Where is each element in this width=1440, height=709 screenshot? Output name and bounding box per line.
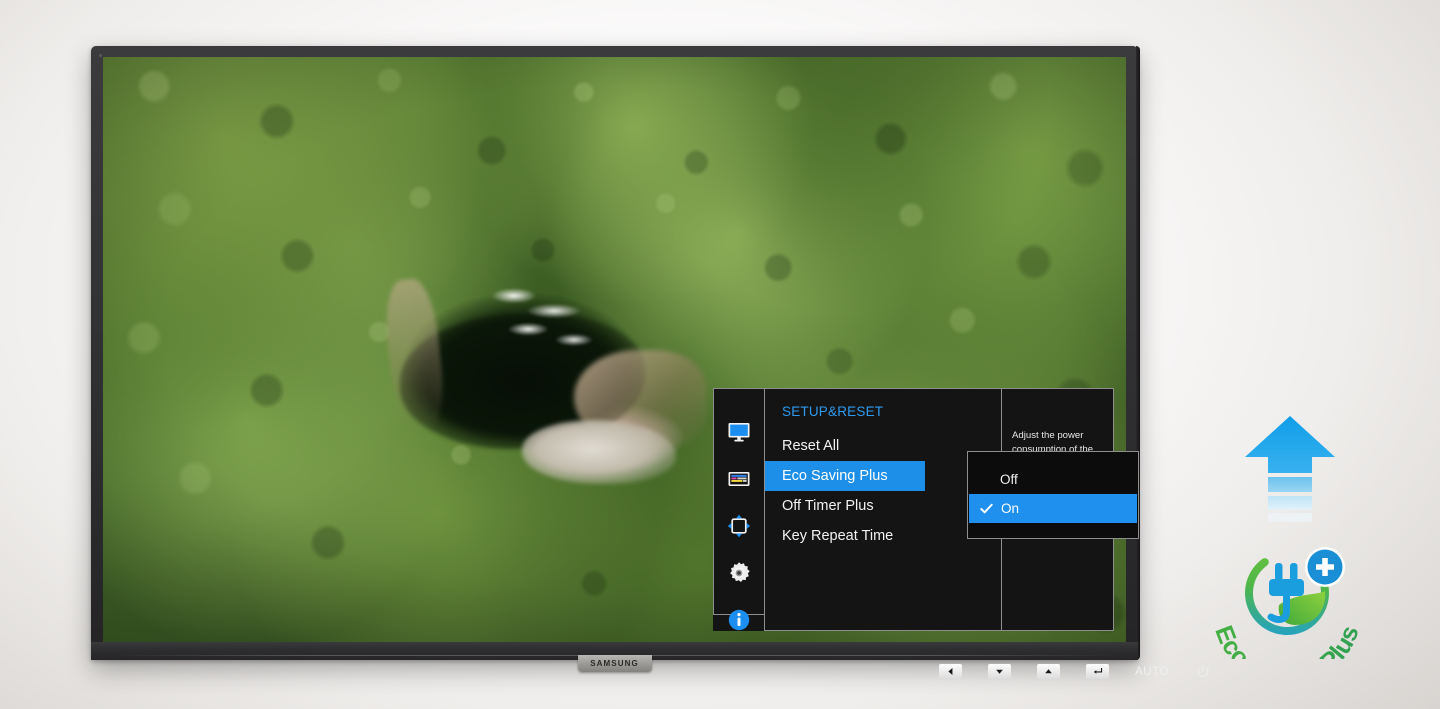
dropdown-option-label: Off <box>1000 472 1018 487</box>
brand-label: SAMSUNG <box>590 659 639 668</box>
eco-upward-arrow-graphic <box>1242 414 1338 534</box>
up-triangle-icon <box>1045 669 1052 674</box>
down-key[interactable] <box>988 664 1011 679</box>
osd-menu: SETUP&RESET Reset All Eco Saving Plus Of… <box>713 388 1139 631</box>
eco-saving-plus-logo: Eco Saving Plus <box>1199 541 1375 691</box>
osd-main-panel: SETUP&RESET Reset All Eco Saving Plus Of… <box>764 388 1139 631</box>
samsung-monitor: SETUP&RESET Reset All Eco Saving Plus Of… <box>91 46 1209 679</box>
up-key[interactable] <box>1037 664 1060 679</box>
monitor-right-edge <box>1136 46 1140 660</box>
power-key[interactable] <box>1195 664 1210 679</box>
screen-adjust-icon[interactable] <box>727 514 751 538</box>
gear-icon[interactable] <box>727 561 751 585</box>
down-triangle-icon <box>996 669 1003 674</box>
auto-key[interactable]: AUTO <box>1135 666 1169 678</box>
back-key[interactable] <box>939 664 962 679</box>
dropdown-option-off[interactable]: Off <box>968 465 1138 494</box>
osd-icon-sidebar <box>713 388 764 631</box>
color-bars-icon[interactable] <box>727 467 751 491</box>
osd-item-eco-saving-plus[interactable]: Eco Saving Plus <box>765 461 925 491</box>
osd-item-label: Key Repeat Time <box>782 528 894 544</box>
enter-key[interactable] <box>1086 664 1109 679</box>
left-triangle-icon <box>948 668 953 675</box>
samsung-logo-badge: SAMSUNG <box>577 655 652 672</box>
plus-badge-icon <box>1305 547 1345 587</box>
display-icon[interactable] <box>727 420 751 444</box>
enter-arrow-icon <box>1093 667 1103 674</box>
osd-item-label: Reset All <box>782 438 840 454</box>
osd-item-label: Off Timer Plus <box>782 498 874 514</box>
osd-page-title: SETUP&RESET <box>782 404 884 419</box>
dropdown-option-on[interactable]: On <box>969 494 1137 523</box>
dropdown-option-label: On <box>1001 501 1020 516</box>
info-icon[interactable] <box>727 608 751 632</box>
power-symbol-icon <box>1197 664 1209 677</box>
eco-saving-plus-dropdown: Off On <box>967 451 1139 539</box>
bezel-corner-dot <box>99 54 102 57</box>
screenshot-root: SETUP&RESET Reset All Eco Saving Plus Of… <box>0 0 1440 709</box>
checkmark-icon <box>980 502 993 515</box>
osd-item-label: Eco Saving Plus <box>782 468 888 484</box>
monitor-hardware-keys: AUTO <box>939 664 1210 679</box>
